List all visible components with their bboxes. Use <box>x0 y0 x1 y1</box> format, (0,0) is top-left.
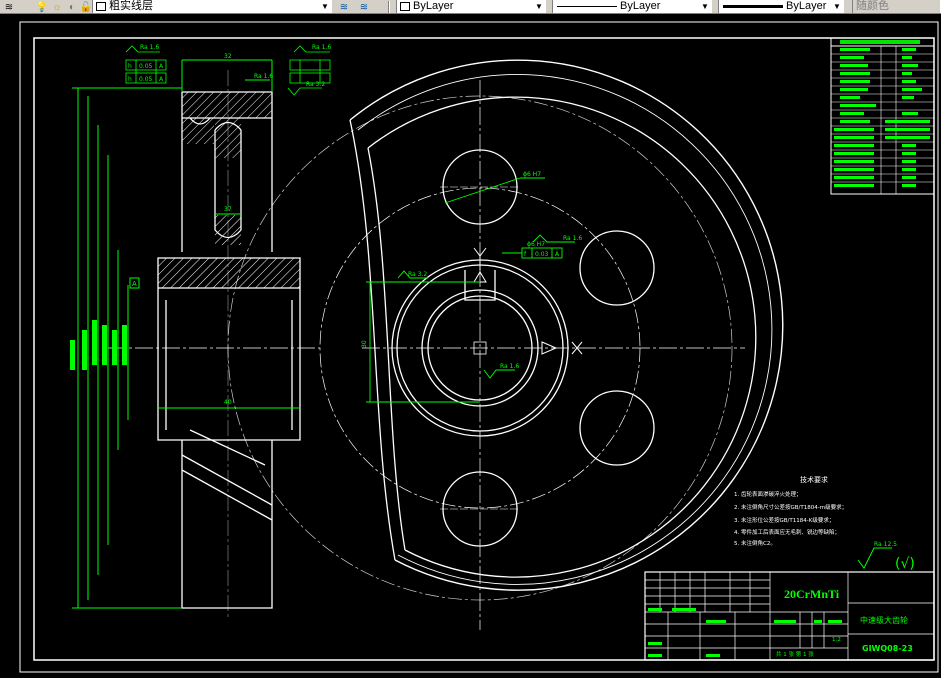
roughness-keyway: Ra 1.6 <box>563 235 582 242</box>
dim-center-distance: 30 <box>361 340 368 348</box>
drawing-number-label: GIWQ08-23 <box>862 644 913 653</box>
drawing-canvas[interactable]: 32 40 37 Ra 1.6 A h 0.05 A h 0.05 A Ra 1… <box>0 14 941 678</box>
plot-style-dropdown: 随颜色 <box>852 0 941 13</box>
dim-width-bottom: 40 <box>224 399 232 406</box>
tolerance-h2-value: 0.05 <box>139 76 153 83</box>
linetype-dropdown[interactable]: ByLayer ▼ <box>552 0 712 13</box>
roughness-bore: Ra 1.6 <box>500 363 519 370</box>
scale-label: 1:2 <box>832 637 841 643</box>
tolerance-f-datum: A <box>555 251 560 258</box>
layer-freeze-icon[interactable]: ☼ <box>51 0 63 13</box>
tolerance-f-label: f <box>524 251 527 258</box>
roughness-right-face: Ra 3.2 <box>306 81 325 88</box>
tech-req-title: 技术要求 <box>800 475 828 484</box>
chevron-down-icon: ▼ <box>833 2 841 11</box>
overall-roughness-value: Ra 12.5 <box>874 541 897 548</box>
chevron-down-icon: ▼ <box>321 2 329 11</box>
roughness-rim: Ra 1.6 <box>254 73 273 80</box>
tech-req-item: 5. 未注倒角C2。 <box>734 539 776 547</box>
layer-color-swatch <box>96 2 106 11</box>
gear-section-view: 32 40 37 Ra 1.6 A h 0.05 A h 0.05 A Ra 1… <box>70 44 331 620</box>
linetype-sample <box>557 6 617 7</box>
overall-roughness-symbol: Ra 12.5 (√) <box>857 541 915 572</box>
toolbar-separator <box>388 1 390 13</box>
tech-req-item: 3. 未注形位公差按GB/T1184-K级要求； <box>734 516 834 524</box>
lineweight-value: ByLayer <box>786 0 827 12</box>
layer-previous-icon[interactable]: ≋ <box>356 0 372 13</box>
bore-tolerance-label: ϕ6 H7 <box>527 241 545 248</box>
technical-requirements: 技术要求 1. 齿轮表面渗碳淬火处理； 2. 未注倒角尺寸公差按GB/T1804… <box>734 475 847 547</box>
dim-width-top: 32 <box>224 53 232 60</box>
tech-req-item: 1. 齿轮表面渗碳淬火处理； <box>734 490 802 498</box>
layer-on-icon[interactable]: 💡 <box>36 0 48 13</box>
color-swatch <box>400 2 410 11</box>
material-label: 20CrMnTi <box>784 587 840 601</box>
tolerance-h-value: 0.05 <box>139 63 153 70</box>
tech-req-item: 2. 未注倒角尺寸公差按GB/T1804-m级要求； <box>734 503 847 511</box>
part-name-label: 中速级大齿轮 <box>860 615 908 625</box>
linetype-value: ByLayer <box>620 0 661 12</box>
tolerance-h-datum: A <box>159 63 164 70</box>
gear-parameter-table <box>830 37 935 195</box>
layer-lock-icon[interactable]: 🔓 <box>80 0 92 13</box>
dim-web: 37 <box>224 206 232 213</box>
tolerance-h2-label: h <box>128 76 132 83</box>
lineweight-sample <box>723 5 783 8</box>
roughness-hub: Ra 3.2 <box>408 271 427 278</box>
tolerance-f-value: 0.03 <box>535 251 549 258</box>
roughness-right-top: Ra 1.6 <box>312 44 331 51</box>
datum-a-label: A <box>132 280 137 288</box>
properties-toolbar: ≋ 💡 ☼ ◐ 🔓 粗实线层 ▼ ≋ ≋ ByLayer ▼ ByLayer ▼… <box>0 0 941 14</box>
inner-border <box>33 37 935 661</box>
chevron-down-icon: ▼ <box>701 2 709 11</box>
tech-req-item: 4. 零件加工后表面应无毛刺、锐边等缺陷； <box>734 528 840 536</box>
roughness-left-top: Ra 1.6 <box>140 44 159 51</box>
color-value: ByLayer <box>413 0 454 12</box>
make-current-layer-icon[interactable]: ≋ <box>336 0 352 13</box>
drawing-svg: 32 40 37 Ra 1.6 A h 0.05 A h 0.05 A Ra 1… <box>19 21 939 673</box>
sheet-label: 共 1 张 第 1 张 <box>776 650 814 658</box>
layer-name: 粗实线层 <box>109 0 153 12</box>
gear-front-view: 30 Ra 3.2 ϕ6 H7 f 0.03 A Ra 1.6 Ra 1.6 ϕ… <box>227 59 784 630</box>
chevron-down-icon: ▼ <box>535 2 543 11</box>
title-block: 20CrMnTi 中速级大齿轮 GIWQ08-23 1:2 共 1 张 第 1 … <box>644 571 935 661</box>
layer-dropdown[interactable]: 粗实线层 ▼ <box>92 0 332 13</box>
hole-diameter-label: ϕ6 H7 <box>523 171 541 178</box>
lineweight-dropdown[interactable]: ByLayer ▼ <box>718 0 844 13</box>
layer-manager-icon[interactable]: ≋ <box>2 0 16 13</box>
layer-viewport-icon[interactable]: ◐ <box>66 0 78 13</box>
color-dropdown[interactable]: ByLayer ▼ <box>396 0 546 13</box>
tolerance-h-label: h <box>128 63 132 70</box>
overall-roughness-suffix: (√) <box>895 556 915 572</box>
plot-style-value: 随颜色 <box>856 0 889 12</box>
tolerance-h2-datum: A <box>159 76 164 83</box>
